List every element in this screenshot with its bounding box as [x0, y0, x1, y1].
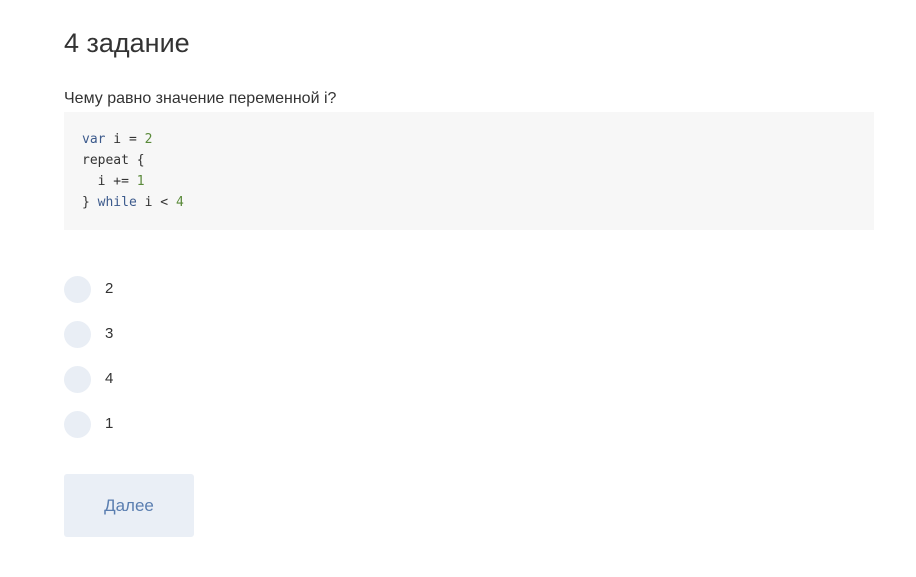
code-token: 1: [136, 174, 145, 189]
radio-button[interactable]: [64, 365, 91, 393]
question-text: Чему равно значение переменной i?: [64, 90, 337, 107]
code-line-3: i += 1: [82, 171, 874, 192]
radio-button[interactable]: [64, 320, 91, 348]
code-line-1: var i = 2: [82, 129, 874, 150]
code-token: i +=: [82, 174, 137, 189]
code-token: repeat {: [82, 153, 145, 168]
answer-options: 2 3 4 1: [64, 275, 464, 455]
answer-option-4[interactable]: 1: [64, 410, 464, 438]
code-token: 4: [175, 195, 184, 210]
next-button[interactable]: Далее: [64, 474, 194, 537]
code-token: }: [82, 195, 98, 210]
code-token: 2: [144, 132, 153, 147]
answer-option-label: 2: [105, 280, 114, 297]
code-token: i <: [136, 195, 176, 210]
answer-option-3[interactable]: 4: [64, 365, 464, 393]
code-line-4: } while i < 4: [82, 192, 874, 213]
answer-option-label: 1: [105, 415, 114, 432]
answer-option-label: 3: [105, 325, 114, 342]
answer-option-1[interactable]: 2: [64, 275, 464, 303]
code-token: var: [82, 132, 106, 147]
page-title: 4 задание: [64, 28, 190, 58]
radio-button[interactable]: [64, 275, 91, 303]
answer-option-label: 4: [105, 370, 114, 387]
code-token: while: [97, 195, 137, 210]
code-block: var i = 2 repeat { i += 1} while i < 4: [64, 112, 874, 230]
code-line-2: repeat {: [82, 150, 874, 171]
code-token: i =: [105, 132, 145, 147]
answer-option-2[interactable]: 3: [64, 320, 464, 348]
radio-button[interactable]: [64, 410, 91, 438]
